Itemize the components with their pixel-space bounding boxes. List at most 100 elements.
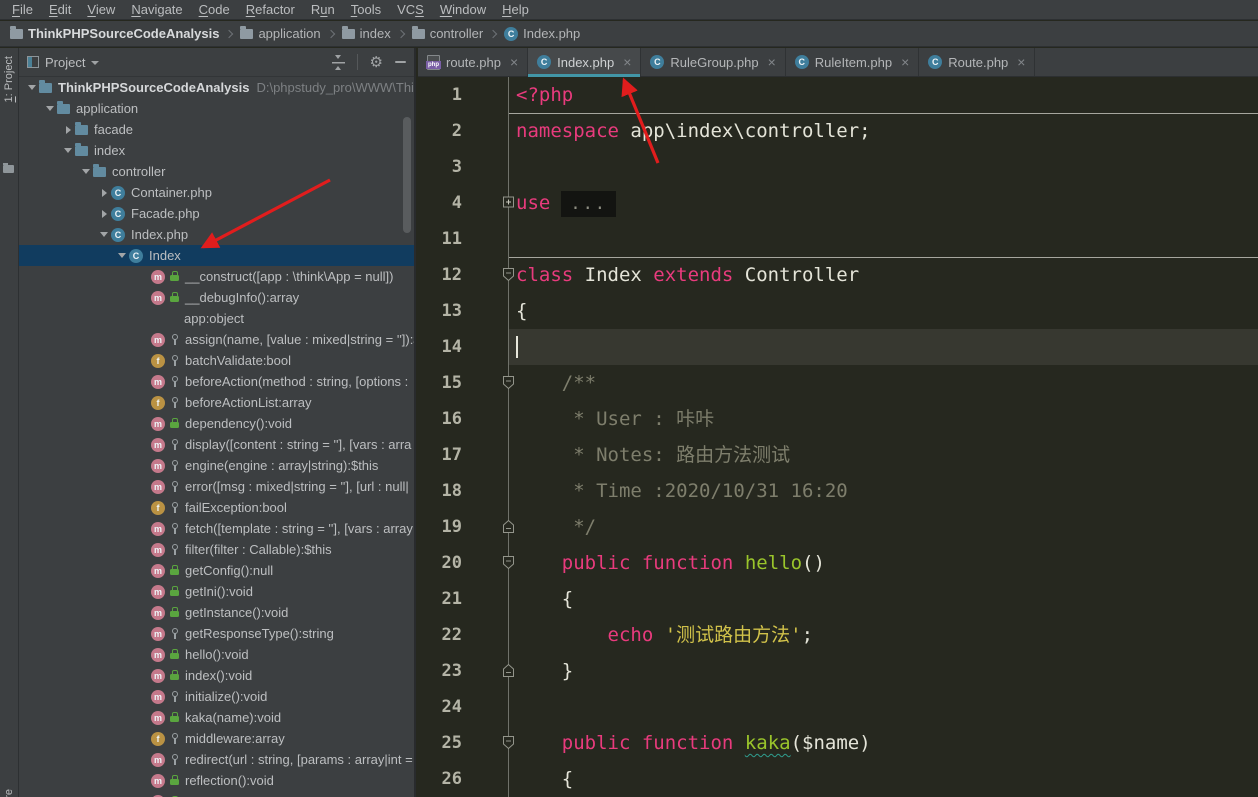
fold-marker-icon[interactable] — [502, 735, 515, 750]
chevron-right-icon[interactable] — [97, 210, 111, 218]
tree-item-container-php[interactable]: CContainer.php — [19, 182, 414, 203]
breadcrumb-item-index.php[interactable]: CIndex.php — [502, 26, 582, 41]
close-icon[interactable]: × — [1017, 55, 1025, 69]
tree-item-controller[interactable]: controller — [19, 161, 414, 182]
tree-item-middleware-array[interactable]: fmiddleware:array — [19, 728, 414, 749]
tree-item-app-object[interactable]: app:object — [19, 308, 414, 329]
folded-region[interactable]: ... — [561, 191, 616, 217]
code-line-11[interactable]: 11 — [418, 221, 1258, 257]
code-editor[interactable]: 1<?php2namespace app\index\controller;34… — [418, 77, 1258, 797]
tree-item-beforeaction-method-string-options-[interactable]: mbeforeAction(method : string, [options … — [19, 371, 414, 392]
menu-file[interactable]: File — [4, 0, 41, 20]
menu-refactor[interactable]: Refactor — [238, 0, 303, 20]
fold-expand-icon[interactable] — [502, 195, 515, 210]
tree-item-getconfig-null[interactable]: mgetConfig():null — [19, 560, 414, 581]
tree-scrollbar[interactable] — [403, 117, 411, 233]
close-icon[interactable]: × — [510, 55, 518, 69]
chevron-down-icon[interactable] — [43, 106, 57, 111]
collapse-all-icon[interactable] — [332, 56, 345, 69]
close-icon[interactable]: × — [623, 55, 631, 69]
tree-item-__debuginfo-array[interactable]: m__debugInfo():array — [19, 287, 414, 308]
menu-code[interactable]: Code — [191, 0, 238, 20]
fold-marker-icon[interactable] — [502, 555, 515, 570]
close-icon[interactable]: × — [768, 55, 776, 69]
tree-item-batchvalidate-bool[interactable]: fbatchValidate:bool — [19, 350, 414, 371]
code-line-20[interactable]: 20 public function hello() — [418, 545, 1258, 581]
gear-icon[interactable]: ⚙ — [370, 56, 383, 69]
menu-vcs[interactable]: VCS — [389, 0, 432, 20]
fold-marker-icon[interactable] — [502, 663, 515, 678]
menu-help[interactable]: Help — [494, 0, 537, 20]
tree-item-facade-php[interactable]: CFacade.php — [19, 203, 414, 224]
tab-ruleitem.php[interactable]: CRuleItem.php× — [786, 48, 920, 76]
code-line-21[interactable]: 21 { — [418, 581, 1258, 617]
tree-item-index[interactable]: index — [19, 140, 414, 161]
tree-item-failexception-bool[interactable]: ffailException:bool — [19, 497, 414, 518]
tool-window-button-project[interactable]: 1: Project — [3, 56, 15, 102]
chevron-right-icon[interactable] — [97, 189, 111, 197]
tree-item-redirect-url-string-params-array-int-[interactable]: mredirect(url : string, [params : array|… — [19, 749, 414, 770]
code-line-18[interactable]: 18 * Time :2020/10/31 16:20 — [418, 473, 1258, 509]
tree-item-index-php[interactable]: CIndex.php — [19, 224, 414, 245]
code-line-13[interactable]: 13{ — [418, 293, 1258, 329]
chevron-down-icon[interactable] — [115, 253, 129, 258]
tab-rulegroup.php[interactable]: CRuleGroup.php× — [641, 48, 785, 76]
tree-item-kaka-name-void[interactable]: mkaka(name):void — [19, 707, 414, 728]
chevron-down-icon[interactable] — [61, 148, 75, 153]
menu-view[interactable]: View — [79, 0, 123, 20]
tab-route.php[interactable]: route.php× — [418, 48, 528, 76]
tree-item-getini-void[interactable]: mgetIni():void — [19, 581, 414, 602]
breadcrumb-item-thinkphpsourcecodeanalysis[interactable]: ThinkPHPSourceCodeAnalysis — [8, 26, 221, 41]
code-line-26[interactable]: 26 { — [418, 761, 1258, 797]
chevron-down-icon[interactable] — [91, 61, 99, 65]
tab-index.php[interactable]: CIndex.php× — [528, 48, 641, 76]
chevron-down-icon[interactable] — [97, 232, 111, 237]
fold-marker-icon[interactable] — [502, 519, 515, 534]
menu-edit[interactable]: Edit — [41, 0, 79, 20]
code-line-15[interactable]: 15 /** — [418, 365, 1258, 401]
fold-marker-icon[interactable] — [502, 267, 515, 282]
project-panel-title[interactable]: Project — [45, 55, 85, 70]
code-line-12[interactable]: 12class Index extends Controller — [418, 257, 1258, 293]
code-line-22[interactable]: 22 echo '测试路由方法'; — [418, 617, 1258, 653]
tree-item-assign-name-value-mixed-string-[interactable]: massign(name, [value : mixed|string = ''… — [19, 329, 414, 350]
breadcrumb-item-application[interactable]: application — [238, 26, 322, 41]
code-line-25[interactable]: 25 public function kaka($name) — [418, 725, 1258, 761]
tree-item-index[interactable]: CIndex — [19, 245, 414, 266]
tool-window-button-structure[interactable]: re — [3, 789, 15, 797]
code-line-3[interactable]: 3 — [418, 149, 1258, 185]
code-line-14[interactable]: 14 — [418, 329, 1258, 365]
code-line-19[interactable]: 19 */ — [418, 509, 1258, 545]
menu-run[interactable]: Run — [303, 0, 343, 20]
tree-item-engine-engine-array-string-this[interactable]: mengine(engine : array|string):$this — [19, 455, 414, 476]
chevron-down-icon[interactable] — [79, 169, 93, 174]
tree-item-reflection-void[interactable]: mreflection():void — [19, 770, 414, 791]
code-line-24[interactable]: 24 — [418, 689, 1258, 725]
code-line-23[interactable]: 23 } — [418, 653, 1258, 689]
breadcrumb-item-index[interactable]: index — [340, 26, 393, 41]
tree-item-thinkphpsourcecodeanalysis[interactable]: ThinkPHPSourceCodeAnalysisD:\phpstudy_pr… — [19, 77, 414, 98]
tree-item-getresponsetype-string[interactable]: mgetResponseType():string — [19, 623, 414, 644]
close-icon[interactable]: × — [901, 55, 909, 69]
code-line-17[interactable]: 17 * Notes: 路由方法测试 — [418, 437, 1258, 473]
tab-route.php[interactable]: CRoute.php× — [919, 48, 1035, 76]
tree-item-hello-void[interactable]: mhello():void — [19, 644, 414, 665]
chevron-down-icon[interactable] — [25, 85, 39, 90]
fold-marker-icon[interactable] — [502, 375, 515, 390]
menu-window[interactable]: Window — [432, 0, 494, 20]
tree-item-error-msg-mixed-string-url-null-[interactable]: merror([msg : mixed|string = ''], [url :… — [19, 476, 414, 497]
menu-tools[interactable]: Tools — [343, 0, 389, 20]
breadcrumb-item-controller[interactable]: controller — [410, 26, 485, 41]
tree-item-initialize-void[interactable]: minitialize():void — [19, 686, 414, 707]
menu-navigate[interactable]: Navigate — [123, 0, 190, 20]
code-line-4[interactable]: 4use... — [418, 185, 1258, 221]
tree-item-__construct-app-think-app-null-[interactable]: m__construct([app : \think\App = null]) — [19, 266, 414, 287]
tree-item-getinstance-void[interactable]: mgetInstance():void — [19, 602, 414, 623]
tree-item-display-content-string-vars-arra[interactable]: mdisplay([content : string = ''], [vars … — [19, 434, 414, 455]
code-line-2[interactable]: 2namespace app\index\controller; — [418, 113, 1258, 149]
hide-panel-icon[interactable] — [395, 61, 406, 63]
tree-item-fetch-template-string-vars-array[interactable]: mfetch([template : string = ''], [vars :… — [19, 518, 414, 539]
tree-item-beforeactionlist-array[interactable]: fbeforeActionList:array — [19, 392, 414, 413]
tree-item-index-void[interactable]: mindex():void — [19, 665, 414, 686]
tree-item-partial[interactable]: m — [19, 791, 414, 797]
